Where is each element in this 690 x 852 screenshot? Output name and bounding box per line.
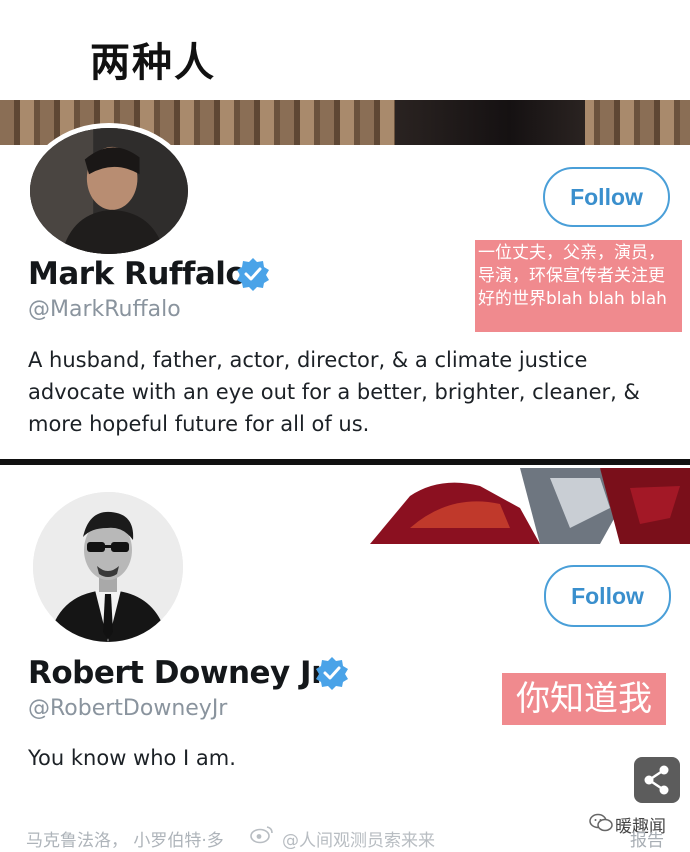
divider	[0, 459, 690, 465]
translation-annotation: 你知道我	[502, 673, 666, 725]
handle[interactable]: @MarkRuffalo	[28, 297, 181, 322]
caption: 马克鲁法洛， 小罗伯特·多	[26, 831, 224, 851]
bio: You know who I am.	[28, 746, 236, 770]
profile-banner	[370, 468, 690, 544]
display-name: Robert Downey Jr	[28, 655, 326, 691]
verified-badge-icon	[237, 258, 269, 291]
page-title: 两种人	[90, 40, 216, 86]
wechat-icon	[589, 813, 613, 832]
follow-button[interactable]: Follow	[543, 167, 670, 227]
report-link[interactable]: 报告	[630, 826, 664, 851]
avatar[interactable]	[25, 123, 193, 259]
verified-badge-icon	[316, 657, 348, 690]
translation-annotation: 一位丈夫，父亲，演员，导演，环保宣传者关注更好的世界blah blah blah	[475, 240, 682, 332]
display-name: Mark Ruffalo	[28, 256, 247, 292]
bio: A husband, father, actor, director, & a …	[28, 348, 640, 436]
weibo-icon	[250, 826, 273, 844]
follow-button[interactable]: Follow	[544, 565, 671, 627]
share-button[interactable]	[634, 757, 680, 803]
handle[interactable]: @RobertDowneyJr	[28, 696, 227, 721]
share-icon	[644, 765, 669, 795]
weibo-watermark: @人间观测员索来来	[282, 831, 435, 851]
avatar[interactable]	[28, 487, 188, 647]
